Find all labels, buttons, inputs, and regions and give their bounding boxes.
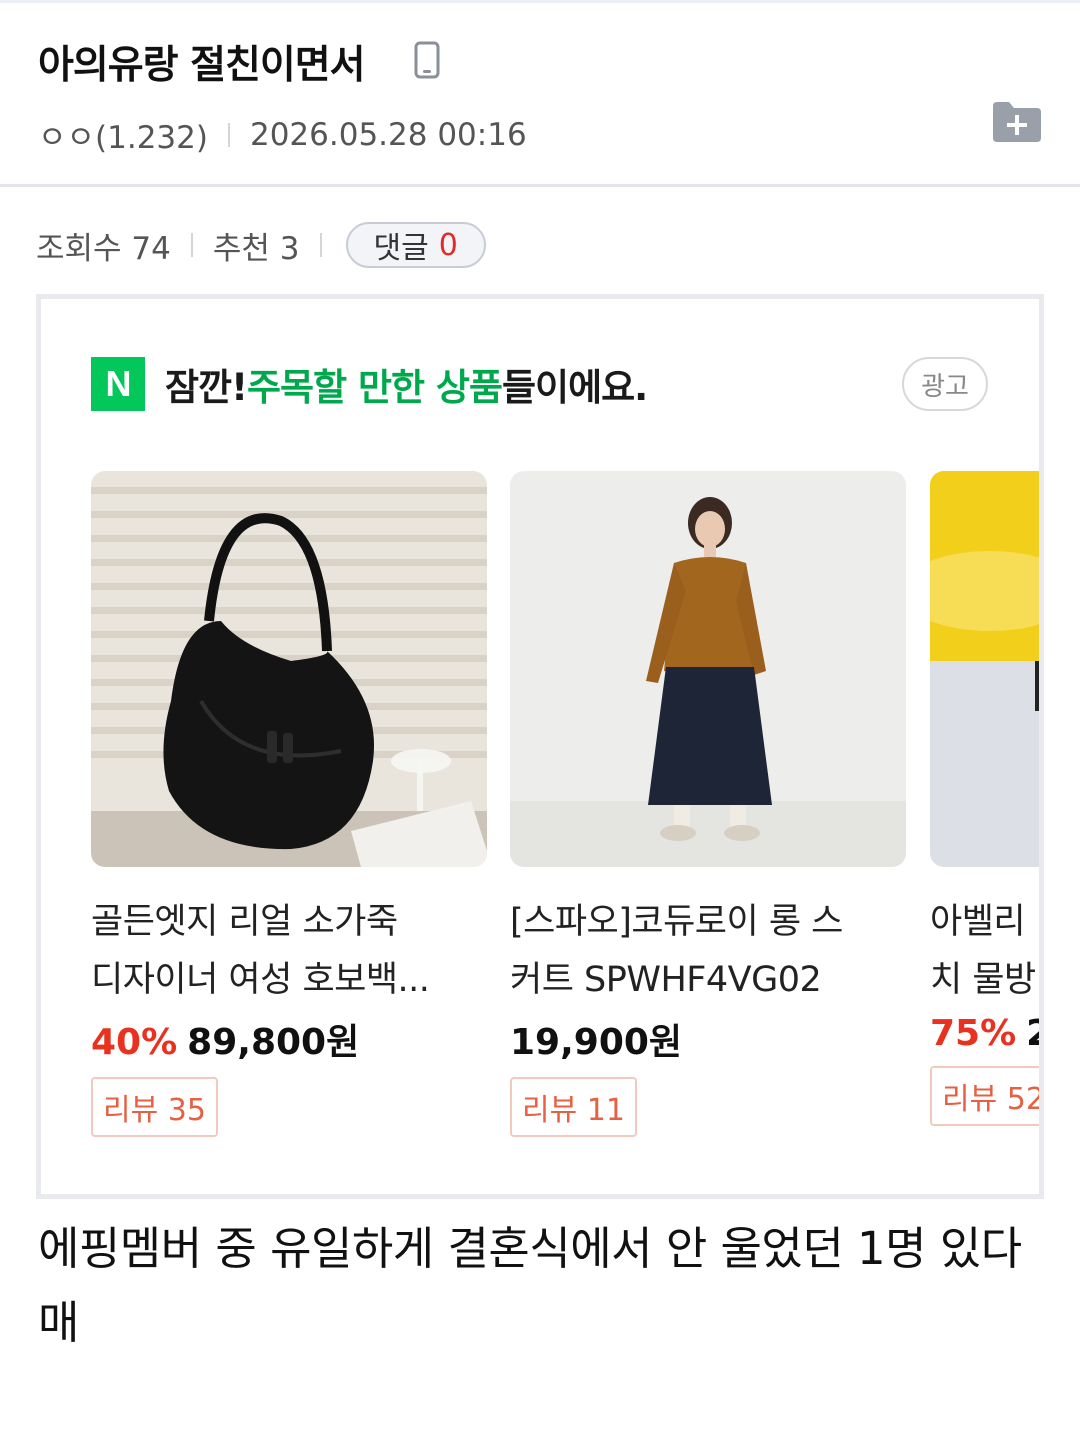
comment-label: 댓글 [373,231,429,266]
product-price: 19,900원 [510,1022,683,1063]
view-count: 조회수 74 [36,230,171,267]
product-image-handbag[interactable] [91,471,487,867]
header-divider [0,184,1080,187]
product-name-line1: 아벨리 [930,902,1026,942]
mobile-phone-icon [414,41,440,79]
product-name-line1: [스파오]코듀로이 롱 스 [510,902,843,942]
product-discount: 40% [91,1022,178,1063]
product-name[interactable]: 아벨리 치 물방 [930,893,1039,1009]
product-name-line2: 치 물방 [930,960,1036,1000]
product-name[interactable]: 골든엣지 리얼 소가죽 디자이너 여성 호보백... [91,893,487,1009]
product-card[interactable]: 아벨리 치 물방 75%2 리뷰 52 [930,471,1039,1126]
comment-count: 0 [438,227,458,263]
product-name[interactable]: [스파오]코듀로이 롱 스 커트 SPWHF4VG02 [510,893,906,1009]
product-name-line2: 디자이너 여성 호보백... [91,960,430,1000]
product-price: 89,800원 [187,1022,360,1063]
product-image-skirt[interactable] [510,471,906,867]
product-name-line2: 커트 SPWHF4VG02 [510,960,822,1000]
product-card[interactable]: 골든엣지 리얼 소가죽 디자이너 여성 호보백... 40% 89,800원 리뷰… [91,471,487,1137]
product-price-row: 75%2 [930,1013,1039,1054]
product-name-line1: 골든엣지 리얼 소가죽 [91,902,398,942]
product-price-row: 19,900원 [510,1013,906,1065]
post-body: 에핑멤버 중 유일하게 결혼식에서 안 울었던 1명 있다매 [38,1222,1022,1349]
ad-headline-prefix: 잠깐! [165,366,248,409]
ad-headline: N 잠깐! 주목할 만한 상품 들이에요. [91,357,648,411]
ad-headline-suffix: 들이에요. [502,366,648,409]
comment-button[interactable]: 댓글 0 [345,222,486,268]
top-divider [0,0,1080,3]
stats-separator [190,233,193,257]
product-price: 2 [1026,1013,1039,1054]
meta-separator [227,122,230,147]
folder-add-icon[interactable] [991,98,1043,144]
post-date: 2026.05.28 00:16 [249,116,527,153]
recommend-count: 추천 3 [212,230,300,267]
product-discount: 75% [930,1013,1017,1054]
post-title: 아의유랑 절친이면서 [38,43,365,88]
author-name[interactable]: ㅇㅇ(1.232) [38,112,208,157]
post-meta: ㅇㅇ(1.232) 2026.05.28 00:16 [38,112,527,157]
post-stats: 조회수 74 추천 3 댓글 0 [36,222,486,268]
product-price-row: 40% 89,800원 [91,1013,487,1065]
product-review-badge: 리뷰 11 [510,1077,637,1137]
ad-headline-highlight: 주목할 만한 상품 [246,366,503,409]
product-card[interactable]: [스파오]코듀로이 롱 스 커트 SPWHF4VG02 19,900원 리뷰 1… [510,471,906,1137]
product-review-badge: 리뷰 52 [930,1066,1039,1126]
naver-logo-icon: N [91,357,145,411]
product-image-partial[interactable] [930,471,1039,867]
ad-badge[interactable]: 광고 [902,357,988,411]
ad-banner: N 잠깐! 주목할 만한 상품 들이에요. 광고 골든엣지 리얼 소가죽 디자이… [36,294,1044,1199]
product-review-badge: 리뷰 35 [91,1077,218,1137]
stats-separator [319,233,322,257]
